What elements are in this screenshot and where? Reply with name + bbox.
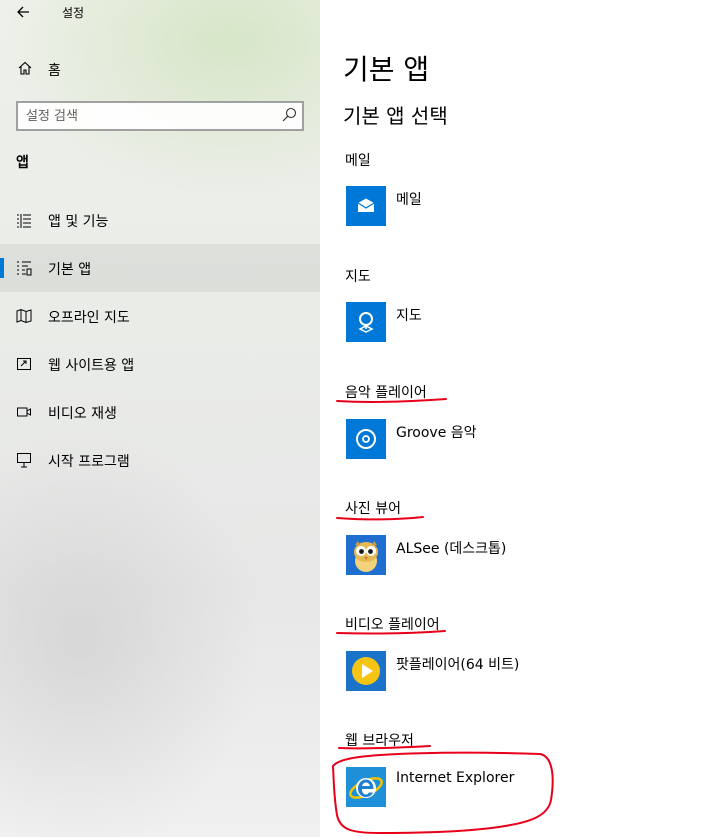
default-app-music-button[interactable]: Groove 음악	[346, 419, 646, 461]
sidebar-item-offline-maps[interactable]: 오프라인 지도	[0, 292, 320, 340]
default-apps-icon	[17, 261, 32, 276]
sidebar-item-label: 웹 사이트용 앱	[48, 358, 135, 374]
search-box[interactable]	[16, 101, 304, 131]
web-apps-icon	[17, 358, 31, 370]
home-link[interactable]: 홈	[0, 56, 320, 82]
app-name: 지도	[396, 308, 422, 324]
sidebar-nav: 앱 및 기능 기본 앱 오프라인 지도 웹 사이트용 앱 비디오 재생 시작 프…	[0, 196, 320, 484]
sidebar-item-video-playback[interactable]: 비디오 재생	[0, 388, 320, 436]
map-icon	[16, 308, 32, 324]
sidebar: 설정 홈 앱 앱 및 기능 기본 앱	[0, 0, 320, 837]
sidebar-item-label: 오프라인 지도	[48, 310, 130, 326]
sidebar-item-label: 비디오 재생	[48, 406, 117, 422]
page-subtitle: 기본 앱 선택	[343, 104, 448, 128]
category-label-photo-viewer: 사진 뷰어	[345, 501, 401, 517]
page-title: 기본 앱	[343, 53, 430, 86]
potplayer-icon	[346, 651, 386, 691]
list-icon	[17, 214, 31, 228]
default-app-photo-button[interactable]: ALSee (데스크톱)	[346, 535, 646, 577]
default-app-mail-button[interactable]: 메일	[346, 186, 646, 228]
default-app-video-button[interactable]: 팟플레이어(64 비트)	[346, 651, 646, 693]
default-app-browser-button[interactable]: Internet Explorer	[346, 767, 646, 809]
app-name: 메일	[396, 192, 422, 208]
section-label-apps: 앱	[16, 155, 29, 171]
sidebar-item-startup[interactable]: 시작 프로그램	[0, 436, 320, 484]
sidebar-item-apps-features[interactable]: 앱 및 기능	[0, 196, 320, 244]
title-bar: 설정	[0, 0, 320, 26]
alsee-icon	[346, 535, 386, 575]
video-icon	[17, 407, 31, 417]
app-name: ALSee (데스크톱)	[396, 541, 507, 557]
default-app-maps-button[interactable]: 지도	[346, 302, 646, 344]
search-input[interactable]	[26, 107, 266, 125]
category-label-maps: 지도	[345, 269, 371, 285]
category-label-web-browser: 웹 브라우저	[345, 733, 414, 749]
maps-icon	[346, 302, 386, 342]
sidebar-item-label: 앱 및 기능	[48, 214, 109, 230]
home-label: 홈	[48, 63, 61, 79]
sidebar-item-web-apps[interactable]: 웹 사이트용 앱	[0, 340, 320, 388]
active-indicator	[0, 258, 4, 278]
groove-icon	[346, 419, 386, 459]
home-icon	[18, 61, 32, 75]
category-label-music-player: 음악 플레이어	[345, 385, 427, 401]
window-title: 설정	[62, 6, 85, 20]
app-name: 팟플레이어(64 비트)	[396, 657, 520, 673]
sidebar-item-label: 시작 프로그램	[48, 454, 130, 470]
search-icon[interactable]	[280, 106, 298, 124]
category-label-video-player: 비디오 플레이어	[345, 617, 440, 633]
app-name: Groove 음악	[396, 425, 477, 441]
main-panel: 기본 앱 기본 앱 선택 메일 메일 지도 지도 음악 플레이어 Groove …	[320, 0, 722, 837]
app-name: Internet Explorer	[396, 770, 515, 786]
startup-icon	[17, 453, 31, 468]
back-button[interactable]	[12, 2, 34, 22]
sidebar-item-default-apps[interactable]: 기본 앱	[0, 244, 320, 292]
category-label-mail: 메일	[345, 153, 371, 169]
ie-icon	[346, 767, 386, 807]
mail-icon	[346, 186, 386, 226]
back-arrow-icon	[17, 6, 29, 18]
sidebar-item-label: 기본 앱	[48, 262, 92, 278]
